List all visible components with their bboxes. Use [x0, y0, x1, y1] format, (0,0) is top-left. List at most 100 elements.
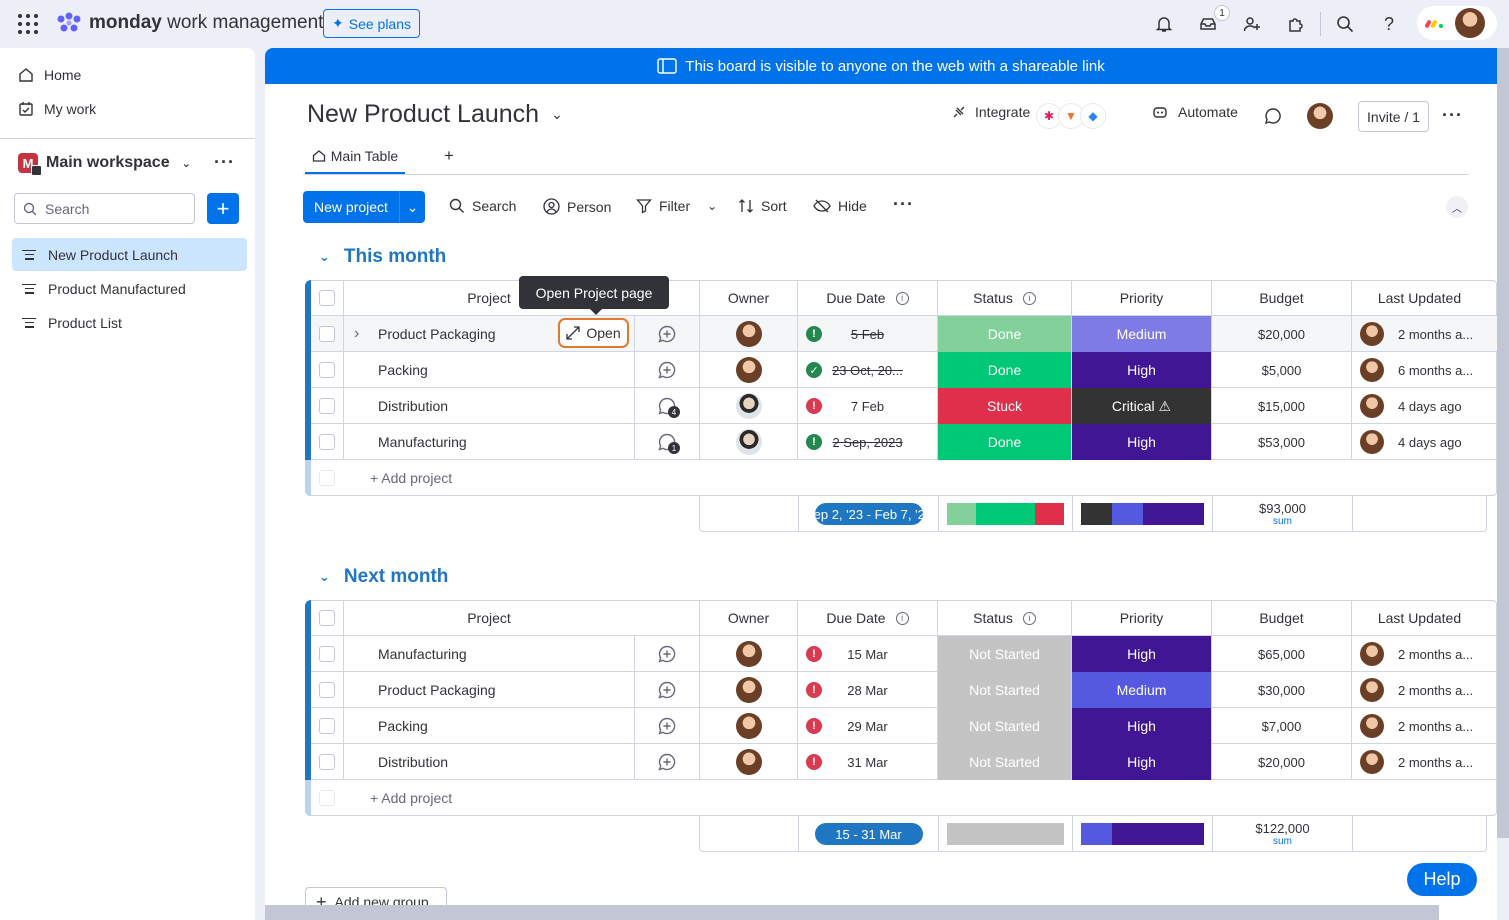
board-title[interactable]: New Product Launch ⌄ — [307, 100, 563, 129]
sidebar-board-product-list[interactable]: Product List — [12, 306, 247, 339]
budget-cell[interactable]: $20,000 — [1211, 744, 1351, 780]
priority-cell[interactable]: High — [1071, 636, 1211, 672]
priority-cell[interactable]: Medium — [1071, 672, 1211, 708]
due-date-cell[interactable]: ✓ 23 Oct, 20... — [797, 352, 937, 388]
toolbar-sort[interactable]: Sort — [738, 198, 787, 214]
add-project-row[interactable]: + Add project — [311, 460, 1497, 496]
column-header-date[interactable]: Due Date i — [797, 600, 937, 636]
table-row[interactable]: Packing ✓ 23 Oct, 20... Done High $5,000 6 mon… — [311, 352, 1497, 388]
budget-cell[interactable]: $30,000 — [1211, 672, 1351, 708]
toolbar-filter[interactable]: Filter ⌄ — [636, 198, 717, 214]
budget-cell[interactable]: $15,000 — [1211, 388, 1351, 424]
status-cell[interactable]: Stuck — [937, 388, 1071, 424]
apps-grid-icon[interactable] — [18, 14, 38, 34]
column-header-owner[interactable]: Owner — [699, 600, 797, 636]
row-checkbox[interactable] — [319, 398, 335, 414]
updates-cell[interactable] — [634, 636, 699, 672]
row-checkbox[interactable] — [319, 326, 335, 342]
sidebar-my-work[interactable]: My work — [18, 97, 96, 121]
column-header-priority[interactable]: Priority — [1071, 600, 1211, 636]
budget-cell[interactable]: $53,000 — [1211, 424, 1351, 460]
invite-button[interactable]: Invite / 1 — [1358, 101, 1429, 132]
row-checkbox[interactable] — [319, 646, 335, 662]
row-checkbox[interactable] — [319, 718, 335, 734]
row-checkbox[interactable] — [319, 682, 335, 698]
owner-cell[interactable] — [699, 388, 797, 424]
updates-chat-icon[interactable] — [1264, 107, 1282, 128]
bell-icon[interactable] — [1153, 13, 1175, 35]
owner-cell[interactable] — [699, 352, 797, 388]
status-cell[interactable]: Not Started — [937, 636, 1071, 672]
project-name-cell[interactable]: Packing — [343, 352, 634, 388]
group-title-next-month[interactable]: ⌄ Next month — [319, 566, 448, 588]
apps-puzzle-icon[interactable] — [1285, 13, 1307, 35]
status-cell[interactable]: Not Started — [937, 672, 1071, 708]
table-row[interactable]: Distribution! 31 Mar Not Started High $20,00… — [311, 744, 1497, 780]
sidebar-search-input[interactable]: Search — [14, 193, 195, 224]
status-cell[interactable]: Done — [937, 316, 1071, 352]
sidebar-board-product-manufactured[interactable]: Product Manufactured — [12, 272, 247, 305]
row-checkbox[interactable] — [319, 754, 335, 770]
column-header-updated[interactable]: Last Updated — [1351, 600, 1487, 636]
column-header-priority[interactable]: Priority — [1071, 280, 1211, 316]
select-all-checkbox[interactable] — [319, 610, 335, 626]
chevron-down-icon[interactable]: ⌄ — [707, 199, 717, 213]
integrate-button[interactable]: Integrate — [951, 104, 1030, 120]
account-menu[interactable] — [1417, 6, 1497, 40]
add-project-row[interactable]: + Add project — [311, 780, 1497, 816]
due-date-cell[interactable]: ! 7 Feb — [797, 388, 937, 424]
board-member-avatar[interactable] — [1307, 103, 1333, 129]
collapse-header-icon[interactable]: ︿ — [1446, 196, 1468, 218]
updates-cell[interactable]: 4 — [634, 388, 699, 424]
chevron-down-icon[interactable]: ⌄ — [399, 191, 425, 223]
status-cell[interactable]: Not Started — [937, 744, 1071, 780]
column-header-date[interactable]: Due Date i — [797, 280, 937, 316]
budget-cell[interactable]: $65,000 — [1211, 636, 1351, 672]
select-all-checkbox[interactable] — [319, 290, 335, 306]
project-name-cell[interactable]: Packing — [343, 708, 634, 744]
info-icon[interactable]: i — [895, 291, 909, 305]
budget-cell[interactable]: $20,000 — [1211, 316, 1351, 352]
priority-cell[interactable]: High — [1071, 352, 1211, 388]
row-checkbox[interactable] — [319, 362, 335, 378]
project-name-cell[interactable]: Distribution — [343, 388, 634, 424]
open-project-button[interactable]: Open — [558, 318, 629, 348]
updates-cell[interactable]: 1 — [634, 424, 699, 460]
table-row[interactable]: Distribution 4 ! 7 Feb Stuck Critical ⚠ $15,00… — [311, 388, 1497, 424]
status-distribution[interactable] — [947, 823, 1064, 845]
owner-cell[interactable] — [699, 316, 797, 352]
table-row[interactable]: Manufacturing 1! 2 Sep, 2023 Done High $53,00… — [311, 424, 1497, 460]
updates-cell[interactable] — [634, 744, 699, 780]
column-header-updated[interactable]: Last Updated — [1351, 280, 1487, 316]
new-project-button[interactable]: New project ⌄ — [303, 191, 425, 223]
status-cell[interactable]: Done — [937, 424, 1071, 460]
due-date-cell[interactable]: ! 31 Mar — [797, 744, 937, 780]
table-row[interactable]: Product Packaging! 28 Mar Not Started Mediu… — [311, 672, 1497, 708]
budget-cell[interactable]: $7,000 — [1211, 708, 1351, 744]
search-icon[interactable] — [1334, 13, 1356, 35]
owner-cell[interactable] — [699, 672, 797, 708]
horizontal-scrollbar[interactable] — [265, 905, 1439, 920]
status-cell[interactable]: Not Started — [937, 708, 1071, 744]
priority-distribution[interactable] — [1081, 823, 1204, 845]
priority-cell[interactable]: Medium — [1071, 316, 1211, 352]
due-date-cell[interactable]: ! 2 Sep, 2023 — [797, 424, 937, 460]
help-question-icon[interactable]: ? — [1378, 13, 1400, 35]
column-header-budget[interactable]: Budget — [1211, 600, 1351, 636]
add-project-input[interactable]: + Add project — [370, 790, 452, 806]
add-project-input[interactable]: + Add project — [370, 470, 452, 486]
owner-cell[interactable] — [699, 708, 797, 744]
updates-cell[interactable] — [634, 708, 699, 744]
priority-cell[interactable]: Critical ⚠ — [1071, 388, 1211, 424]
budget-cell[interactable]: $5,000 — [1211, 352, 1351, 388]
toolbar-hide[interactable]: Hide — [813, 198, 867, 214]
see-plans-button[interactable]: ✦ See plans — [323, 9, 421, 38]
column-header-owner[interactable]: Owner — [699, 280, 797, 316]
info-icon[interactable]: i — [1022, 291, 1036, 305]
project-name-cell[interactable]: Manufacturing — [343, 636, 634, 672]
toolbar-search[interactable]: Search — [449, 198, 516, 214]
vertical-scrollbar[interactable] — [1497, 48, 1509, 838]
project-name-cell[interactable]: Product Packaging — [343, 672, 634, 708]
table-row[interactable]: Manufacturing! 15 Mar Not Started High $65,0… — [311, 636, 1497, 672]
row-checkbox[interactable] — [319, 434, 335, 450]
